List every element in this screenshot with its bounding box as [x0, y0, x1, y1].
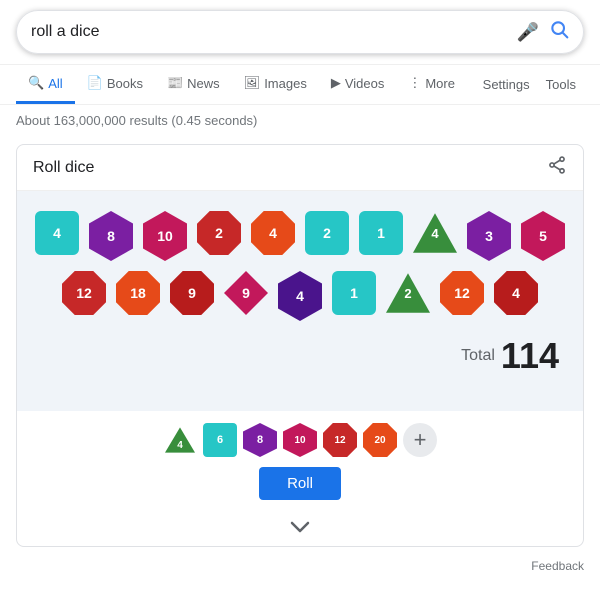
- nav-tabs: 🔍 All 📄 Books 📰 News 🖼 Images ▶ Videos ⋮…: [0, 65, 600, 105]
- total-row: Total 114: [33, 331, 567, 381]
- tab-videos[interactable]: ▶ Videos: [319, 65, 397, 104]
- more-icon: ⋮: [408, 75, 421, 91]
- tab-more[interactable]: ⋮ More: [396, 65, 467, 104]
- feedback-link[interactable]: Feedback: [0, 555, 600, 577]
- share-icon[interactable]: [547, 155, 567, 180]
- die-8[interactable]: 4: [413, 211, 457, 255]
- search-icon[interactable]: [549, 19, 569, 45]
- die-2[interactable]: 8: [89, 211, 133, 261]
- dice-type-20[interactable]: 20: [363, 423, 397, 457]
- tab-all[interactable]: 🔍 All: [16, 65, 75, 104]
- tab-images-label: Images: [264, 76, 307, 91]
- dice-controls: 4 6 8 10 12 20 + Roll: [17, 411, 583, 512]
- die-9[interactable]: 3: [467, 211, 511, 261]
- widget-title: Roll dice: [33, 159, 94, 177]
- die-5[interactable]: 4: [251, 211, 295, 255]
- total-value: 114: [501, 335, 559, 377]
- videos-icon: ▶: [331, 75, 341, 91]
- mic-icon[interactable]: 🎤: [517, 22, 539, 43]
- die-10[interactable]: 5: [521, 211, 565, 261]
- dice-type-6-label: 6: [217, 434, 223, 446]
- dice-type-8[interactable]: 8: [243, 423, 277, 457]
- dice-type-4[interactable]: 4: [163, 423, 197, 457]
- die-7[interactable]: 1: [359, 211, 403, 255]
- expand-row[interactable]: [17, 512, 583, 546]
- tools-link[interactable]: Tools: [538, 67, 584, 102]
- die-1[interactable]: 4: [35, 211, 79, 255]
- dice-type-6[interactable]: 6: [203, 423, 237, 457]
- die-15[interactable]: 4: [278, 271, 322, 321]
- tab-videos-label: Videos: [345, 76, 385, 91]
- dice-type-10[interactable]: 10: [283, 423, 317, 457]
- books-icon: 📄: [87, 75, 103, 91]
- images-icon: 🖼: [244, 75, 261, 91]
- die-4[interactable]: 2: [197, 211, 241, 255]
- die-19[interactable]: 4: [494, 271, 538, 315]
- total-label: Total: [461, 347, 495, 365]
- tab-news-label: News: [187, 76, 220, 91]
- dice-type-12[interactable]: 12: [323, 423, 357, 457]
- die-3[interactable]: 10: [143, 211, 187, 261]
- dice-area: 4 8 10 2 4 2 1 4 3 5 12 18 9 9 4 1 2 12 …: [17, 191, 583, 411]
- widget-header: Roll dice: [17, 145, 583, 191]
- die-12[interactable]: 18: [116, 271, 160, 315]
- die-18[interactable]: 12: [440, 271, 484, 315]
- tab-all-label: All: [48, 76, 62, 91]
- search-bar-container: 🎤: [0, 0, 600, 65]
- roll-dice-widget: Roll dice 4 8 10 2 4 2 1 4 3 5 12: [16, 144, 584, 547]
- die-11[interactable]: 12: [62, 271, 106, 315]
- tab-news[interactable]: 📰 News: [155, 65, 232, 104]
- die-14[interactable]: 9: [224, 271, 268, 315]
- tab-books[interactable]: 📄 Books: [75, 65, 155, 104]
- die-6[interactable]: 2: [305, 211, 349, 255]
- die-17[interactable]: 2: [386, 271, 430, 315]
- tab-more-label: More: [425, 76, 455, 91]
- add-dice-button[interactable]: +: [403, 423, 437, 457]
- roll-button[interactable]: Roll: [259, 467, 341, 500]
- all-icon: 🔍: [28, 75, 44, 91]
- die-13[interactable]: 9: [170, 271, 214, 315]
- die-16[interactable]: 1: [332, 271, 376, 315]
- tab-books-label: Books: [107, 76, 143, 91]
- dice-grid: 4 8 10 2 4 2 1 4 3 5 12 18 9 9 4 1 2 12 …: [33, 211, 567, 321]
- settings-link[interactable]: Settings: [475, 67, 538, 102]
- search-input[interactable]: [31, 23, 517, 41]
- tab-images[interactable]: 🖼 Images: [232, 65, 319, 104]
- dice-type-selector: 4 6 8 10 12 20 +: [163, 423, 437, 457]
- news-icon: 📰: [167, 75, 183, 91]
- search-input-wrapper: 🎤: [16, 10, 584, 54]
- results-info: About 163,000,000 results (0.45 seconds): [0, 105, 600, 136]
